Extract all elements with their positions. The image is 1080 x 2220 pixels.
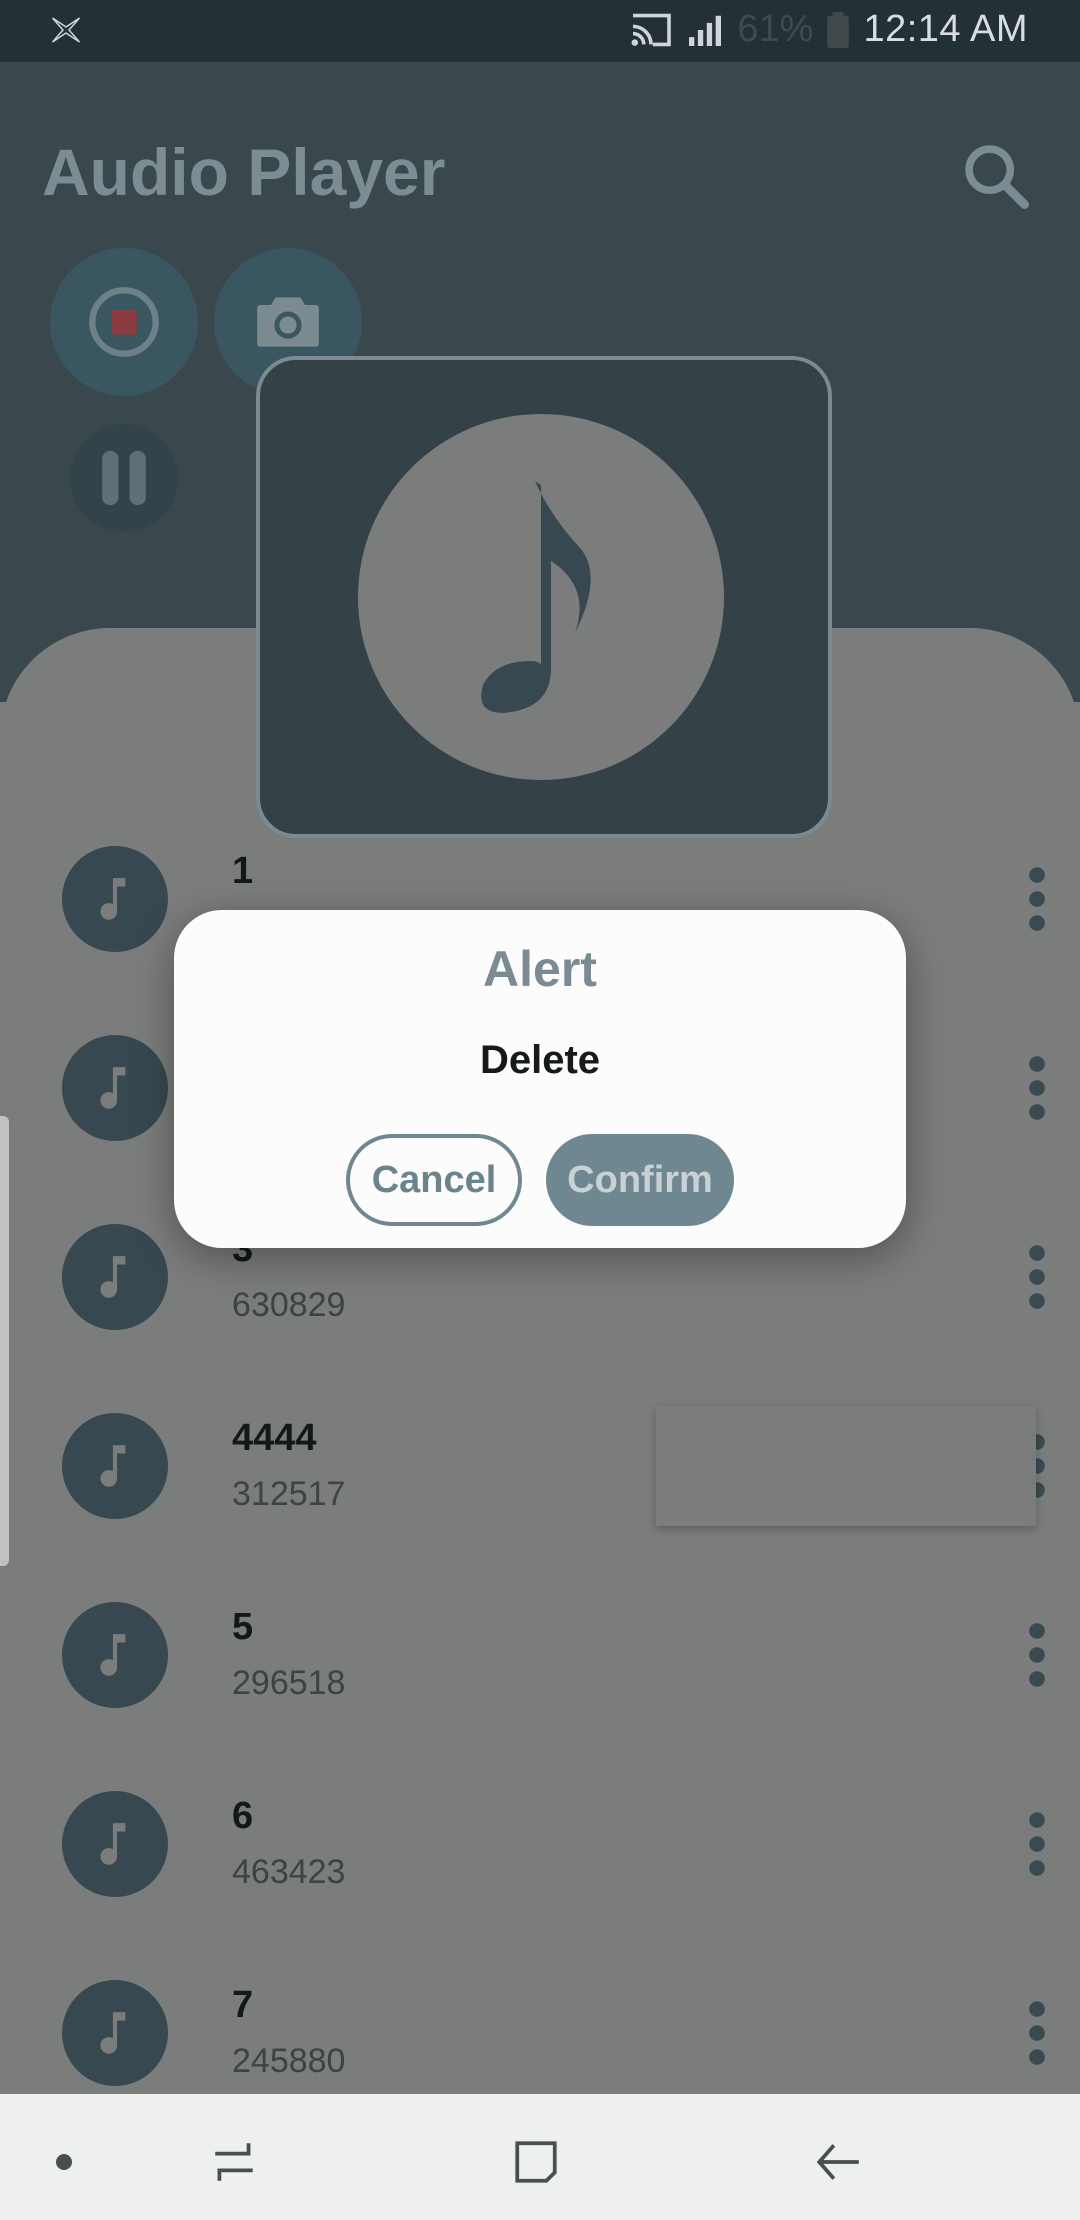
music-note-icon <box>481 481 591 713</box>
music-note-icon <box>100 1634 126 1676</box>
more-options-icon[interactable] <box>1022 1622 1052 1688</box>
track-subtitle: 245880 <box>232 2042 346 2080</box>
pause-button[interactable] <box>70 424 178 532</box>
recents-icon <box>215 2143 253 2181</box>
back-icon <box>816 2144 859 2180</box>
pause-icon <box>102 450 146 506</box>
music-note-icon <box>100 1823 126 1865</box>
alert-dialog: Alert Delete Cancel Confirm <box>174 910 906 1248</box>
record-button[interactable] <box>50 248 198 396</box>
track-title: 5 <box>232 1606 254 1648</box>
album-cover <box>256 356 832 838</box>
more-options-icon[interactable] <box>1022 1244 1052 1310</box>
clock: 12:14 AM <box>863 8 1028 50</box>
music-note-icon <box>100 2012 126 2054</box>
recents-button[interactable] <box>204 2132 264 2192</box>
list-item[interactable]: 6 463423 <box>0 1747 1080 1935</box>
track-title: 6 <box>232 1795 254 1837</box>
track-thumbnail <box>62 1413 168 1519</box>
track-title: 4444 <box>232 1417 317 1459</box>
track-title: 1 <box>232 850 254 892</box>
confirm-button[interactable]: Confirm <box>546 1134 734 1226</box>
music-note-icon <box>100 1445 126 1487</box>
signal-icon <box>689 15 722 46</box>
track-thumbnail <box>62 1791 168 1897</box>
music-note-icon <box>100 878 126 920</box>
battery-percentage: 61% <box>737 8 814 50</box>
popup-menu-shadow <box>656 1406 1036 1526</box>
more-options-icon[interactable] <box>1022 866 1052 932</box>
more-options-icon[interactable] <box>1022 1055 1052 1121</box>
cast-icon <box>631 13 672 46</box>
track-subtitle: 630829 <box>232 1286 346 1324</box>
cancel-button[interactable]: Cancel <box>346 1134 522 1226</box>
nav-dot-button[interactable] <box>34 2132 94 2192</box>
home-button[interactable] <box>506 2132 566 2192</box>
page-title: Audio Player <box>42 135 446 209</box>
record-icon <box>89 287 159 357</box>
dot-icon <box>56 2154 72 2170</box>
home-icon <box>515 2141 557 2183</box>
track-subtitle: 296518 <box>232 1664 346 1702</box>
notification-icon <box>51 17 81 43</box>
scroll-handle[interactable] <box>0 1116 9 1566</box>
back-button[interactable] <box>808 2132 868 2192</box>
track-subtitle: 312517 <box>232 1475 346 1513</box>
track-title: 7 <box>232 1984 254 2026</box>
music-note-icon <box>100 1067 126 1109</box>
more-options-icon[interactable] <box>1022 2000 1052 2066</box>
status-bar: 61% 12:14 AM <box>0 0 1080 62</box>
search-icon[interactable] <box>958 138 1034 214</box>
more-options-icon[interactable] <box>1022 1811 1052 1877</box>
status-icons: 61% 12:14 AM <box>629 8 1028 51</box>
system-nav-bar <box>0 2094 1080 2220</box>
track-thumbnail <box>62 1035 168 1141</box>
dialog-message: Delete <box>479 1038 601 1082</box>
battery-icon <box>827 11 850 48</box>
track-subtitle: 463423 <box>232 1853 346 1891</box>
track-thumbnail <box>62 846 168 952</box>
track-thumbnail <box>62 1602 168 1708</box>
list-item[interactable]: 5 296518 <box>0 1558 1080 1746</box>
dialog-title: Alert <box>483 941 597 997</box>
camera-icon <box>257 297 319 347</box>
music-note-icon <box>100 1256 126 1298</box>
album-disc <box>358 414 724 780</box>
track-thumbnail <box>62 1980 168 2086</box>
track-thumbnail <box>62 1224 168 1330</box>
